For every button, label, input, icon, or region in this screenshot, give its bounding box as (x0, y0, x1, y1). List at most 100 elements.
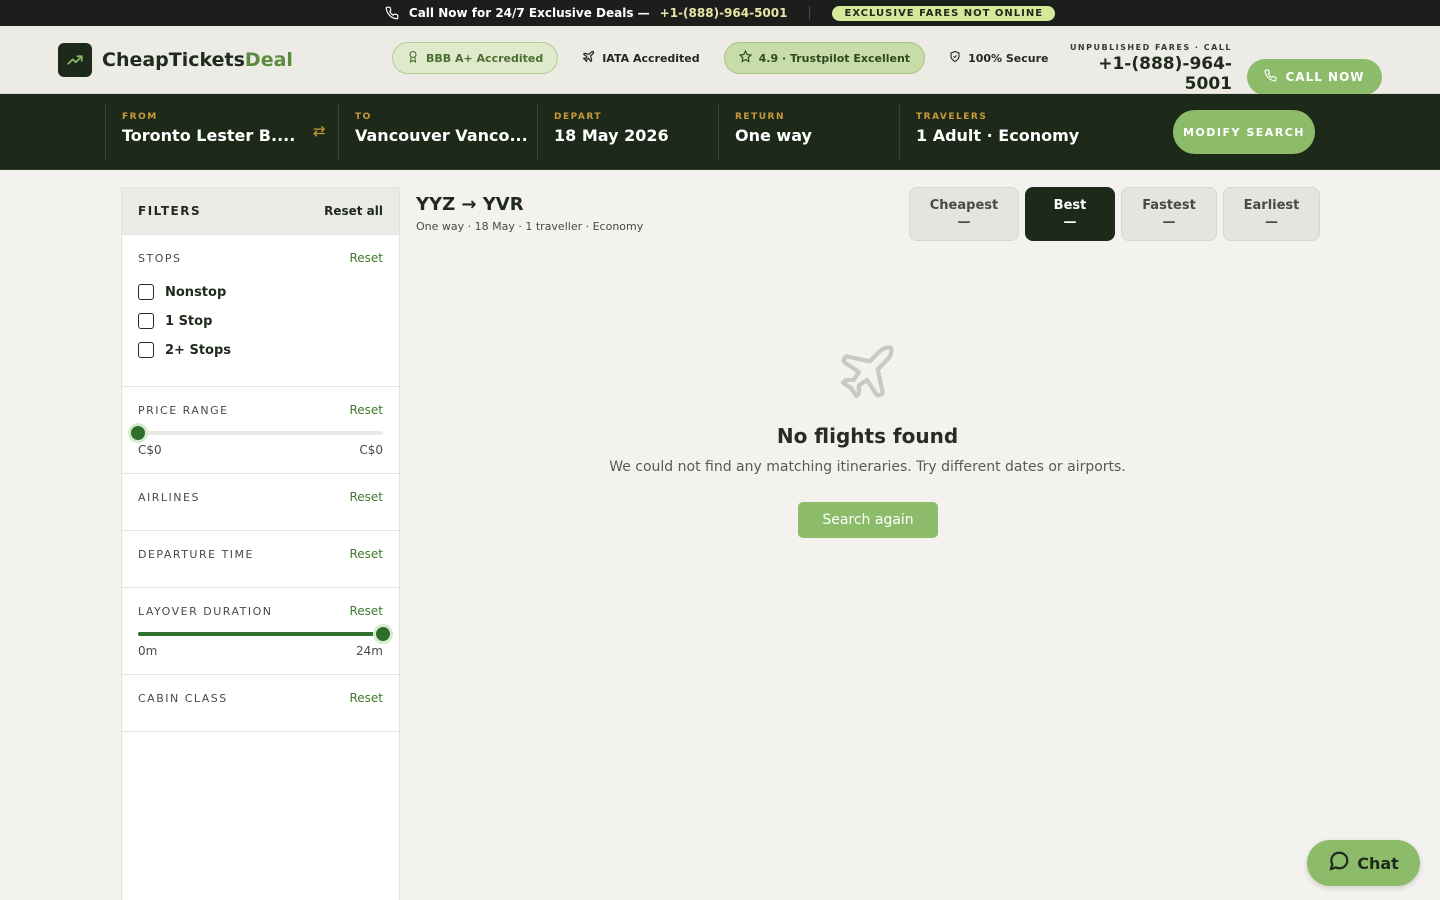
sort-tab-label: Best (1053, 198, 1087, 213)
airlines-title: AIRLINES (138, 490, 200, 504)
price-max-label: C$0 (359, 443, 383, 457)
sort-tab-value: — (1063, 215, 1077, 230)
departure-time-filter: DEPARTURE TIME Reset (122, 531, 399, 588)
sort-tab-label: Fastest (1142, 198, 1196, 213)
stops-reset-button[interactable]: Reset (349, 251, 383, 265)
trustpilot-label: 4.9 · Trustpilot Excellent (758, 51, 911, 65)
price-min-label: C$0 (138, 443, 162, 457)
call-now-button[interactable]: CALL NOW (1247, 59, 1382, 95)
promo-topbar: Call Now for 24/7 Exclusive Deals — +1-(… (0, 0, 1440, 26)
layover-min-label: 0m (138, 644, 158, 658)
layover-reset-button[interactable]: Reset (349, 604, 383, 618)
layover-duration-filter: LAYOVER DURATION Reset 0m 24m (122, 588, 399, 675)
layover-slider[interactable] (138, 624, 393, 644)
airlines-filter: AIRLINES Reset (122, 474, 399, 531)
checkbox[interactable] (138, 313, 154, 329)
trustpilot-badge: 4.9 · Trustpilot Excellent (723, 42, 926, 74)
call-label: UNPUBLISHED FARES · CALL (1069, 43, 1232, 52)
chat-button[interactable]: Chat (1307, 840, 1420, 886)
reset-all-button[interactable]: Reset all (324, 204, 383, 218)
call-info: UNPUBLISHED FARES · CALL +1-(888)-964-50… (1068, 43, 1232, 94)
return-label: RETURN (735, 112, 785, 122)
filters-title: FILTERS (138, 204, 202, 218)
to-value: Vancouver Vanco... (355, 126, 528, 145)
slider-handle[interactable] (128, 423, 148, 443)
to-field[interactable]: TO Vancouver Vanco... (338, 104, 538, 160)
chat-label: Chat (1357, 853, 1399, 873)
trend-up-icon (58, 42, 92, 77)
sort-tab-label: Earliest (1243, 198, 1300, 213)
phone-icon (1264, 69, 1277, 85)
checkbox[interactable] (138, 342, 154, 358)
depart-label: DEPART (554, 112, 603, 122)
trust-badges: BBB A+ Accredited IATA Accredited 4.9 · … (392, 42, 1063, 74)
sort-tab-value: — (1265, 215, 1278, 230)
to-label: TO (355, 112, 372, 122)
layover-max-label: 24m (356, 644, 383, 658)
filters-header: FILTERS Reset all (122, 188, 399, 235)
return-field[interactable]: RETURN One way (718, 104, 900, 160)
route-summary: One way · 18 May · 1 traveller · Economy (416, 220, 644, 233)
airlines-reset-button[interactable]: Reset (349, 490, 383, 504)
return-value: One way (735, 126, 812, 145)
price-range-filter: PRICE RANGE Reset C$0 C$0 (122, 387, 399, 474)
departure-time-reset-button[interactable]: Reset (349, 547, 383, 561)
call-number[interactable]: +1-(888)-964-5001 (1068, 54, 1232, 94)
stops-option-1-stop[interactable]: 1 Stop (138, 313, 383, 329)
sort-tab-cheapest[interactable]: Cheapest — (909, 187, 1019, 241)
star-icon (738, 49, 752, 66)
promo-text: Call Now for 24/7 Exclusive Deals — (408, 6, 650, 20)
slider-rail (138, 431, 383, 435)
sort-tab-label: Cheapest (929, 198, 999, 213)
price-reset-button[interactable]: Reset (349, 403, 383, 417)
brand-name-accent: Deal (244, 48, 293, 71)
secure-label: 100% Secure (968, 51, 1049, 65)
divider (809, 6, 811, 20)
sort-tab-value: — (957, 215, 971, 230)
cabin-reset-button[interactable]: Reset (349, 691, 383, 705)
empty-state-title: No flights found (776, 424, 959, 448)
option-label: 2+ Stops (165, 342, 232, 358)
layover-title: LAYOVER DURATION (138, 604, 273, 618)
sort-tab-earliest[interactable]: Earliest — (1223, 187, 1320, 241)
promo-phone-link[interactable]: +1-(888)-964-5001 (660, 6, 788, 20)
sort-tab-best[interactable]: Best — (1025, 187, 1115, 241)
price-slider[interactable] (128, 423, 383, 443)
slider-handle[interactable] (373, 624, 393, 644)
chat-bubble-icon (1328, 850, 1350, 876)
from-field[interactable]: FROM Toronto Lester B.... (105, 104, 339, 160)
site-header: CheapTicketsDeal BBB A+ Accredited IATA … (0, 26, 1440, 95)
award-icon (407, 50, 419, 66)
bbb-badge: BBB A+ Accredited (392, 42, 559, 74)
option-label: Nonstop (165, 284, 227, 300)
checkbox[interactable] (138, 284, 154, 300)
slider-fill (138, 632, 383, 636)
stops-option-nonstop[interactable]: Nonstop (138, 284, 383, 300)
empty-state-description: We could not find any matching itinerari… (609, 459, 1126, 475)
brand-name: CheapTicketsDeal (102, 49, 293, 71)
price-title: PRICE RANGE (138, 403, 229, 417)
travelers-field[interactable]: TRAVELERS 1 Adult · Economy (899, 104, 1149, 160)
plane-icon (582, 50, 595, 66)
depart-value: 18 May 2026 (554, 126, 669, 145)
shield-icon (949, 50, 961, 66)
from-value: Toronto Lester B.... (122, 126, 296, 145)
stops-title: STOPS (138, 251, 182, 265)
stops-option-2-plus[interactable]: 2+ Stops (138, 342, 383, 358)
departure-time-title: DEPARTURE TIME (138, 547, 254, 561)
phone-icon (385, 6, 399, 20)
cabin-class-filter: CABIN CLASS Reset (122, 675, 399, 732)
stops-filter: STOPS Reset Nonstop 1 Stop 2+ Stops (122, 235, 399, 387)
brand-name-main: CheapTickets (102, 48, 245, 71)
depart-field[interactable]: DEPART 18 May 2026 (537, 104, 719, 160)
sort-tab-fastest[interactable]: Fastest — (1121, 187, 1217, 241)
modify-search-button[interactable]: MODIFY SEARCH (1173, 110, 1315, 154)
search-again-button[interactable]: Search again (798, 502, 938, 538)
brand-logo[interactable]: CheapTicketsDeal (58, 42, 293, 77)
cabin-title: CABIN CLASS (138, 691, 228, 705)
sort-tab-value: — (1162, 215, 1176, 230)
travelers-label: TRAVELERS (916, 112, 988, 122)
search-summary-bar: FROM Toronto Lester B.... ⇄ TO Vancouver… (0, 94, 1440, 170)
iata-label: IATA Accredited (602, 51, 700, 65)
swap-icon[interactable]: ⇄ (313, 122, 326, 140)
